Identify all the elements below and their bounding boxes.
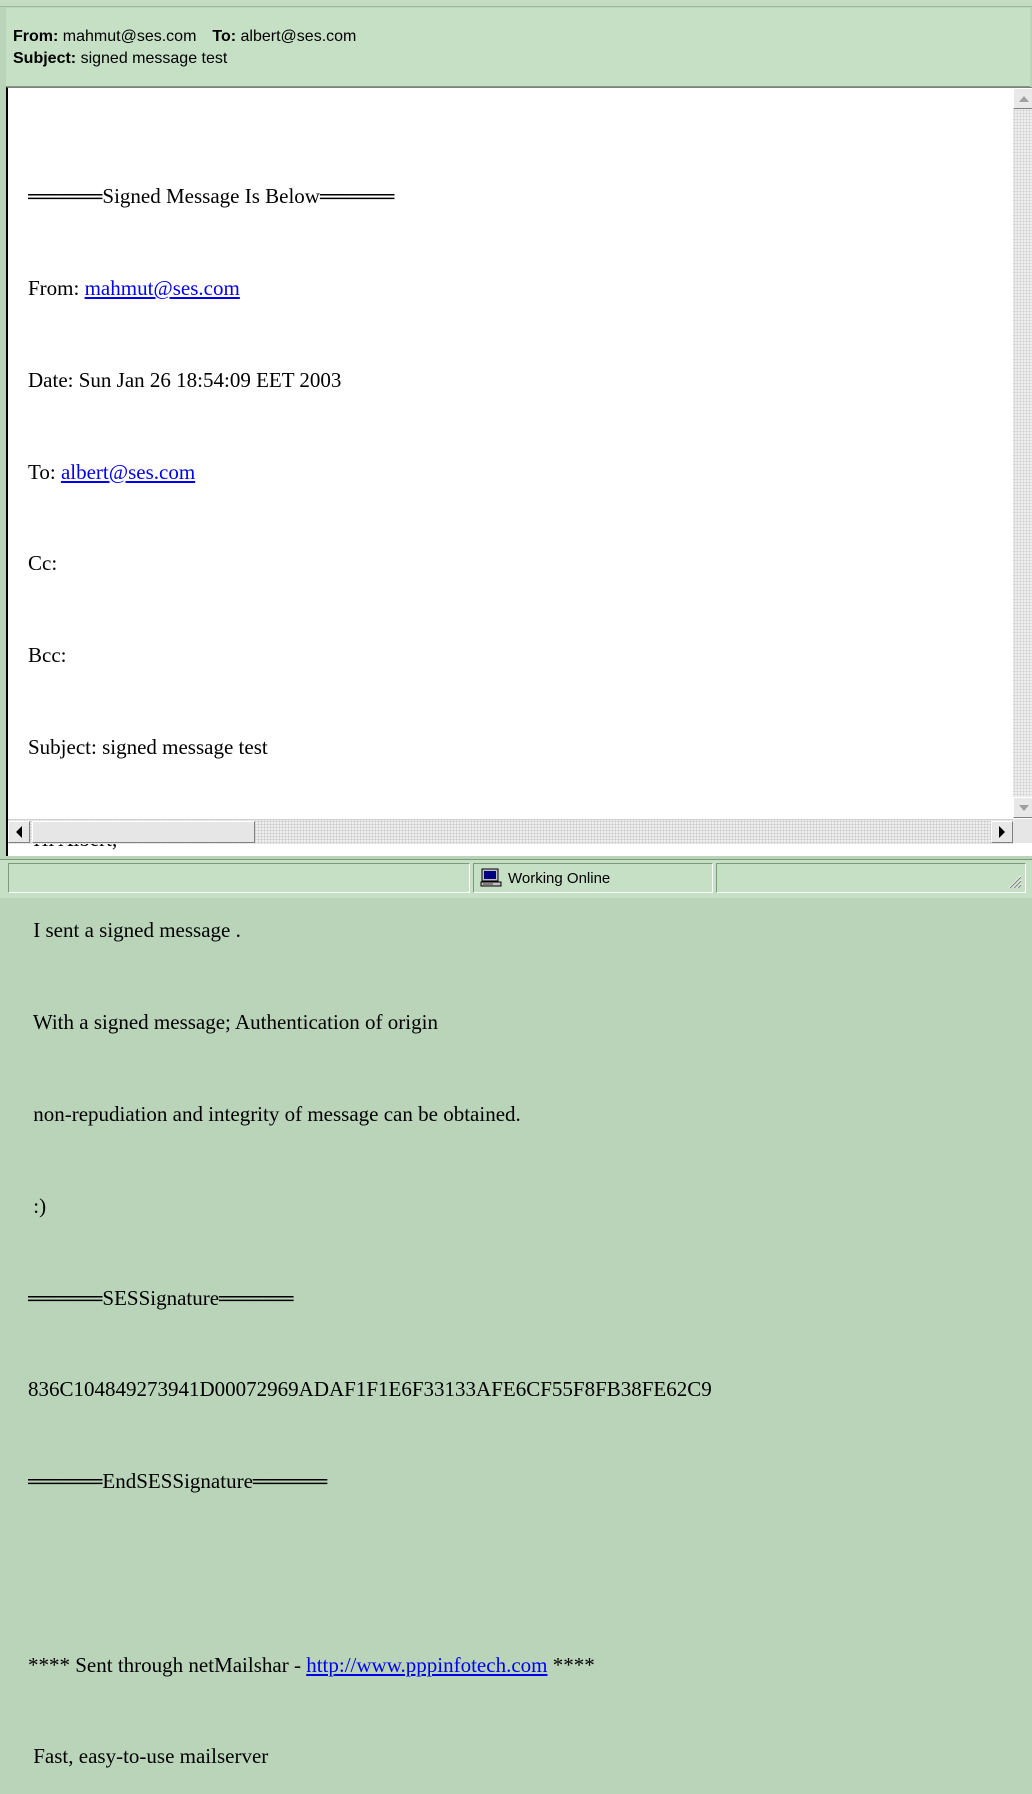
horizontal-scrollbar[interactable] bbox=[8, 819, 1013, 844]
connection-status-text: Working Online bbox=[508, 869, 611, 887]
body-line: non-repudiation and integrity of message… bbox=[28, 1102, 521, 1126]
arrow-up-icon bbox=[1018, 95, 1029, 102]
computer-icon bbox=[480, 868, 502, 887]
footer-line: **** Sent through netMailshar - http://w… bbox=[28, 1650, 998, 1681]
vertical-scrollbar[interactable] bbox=[1013, 88, 1032, 818]
status-pane-right bbox=[716, 863, 1026, 893]
from-line-label: From: bbox=[28, 275, 85, 300]
subject-line: Subject: signed message test bbox=[28, 734, 268, 759]
arrow-left-icon bbox=[16, 826, 22, 838]
signature-end-line: ═════EndSESSignature═════ bbox=[28, 1469, 328, 1494]
scroll-right-button[interactable] bbox=[991, 821, 1013, 843]
body-line: With a signed message; Authentication of… bbox=[28, 1010, 438, 1035]
to-email-link[interactable]: albert@ses.com bbox=[61, 460, 195, 484]
scroll-down-button[interactable] bbox=[1013, 797, 1032, 818]
footer-prefix: **** Sent through netMailshar - bbox=[28, 1652, 307, 1677]
bcc-line: Bcc: bbox=[28, 643, 67, 668]
signed-message-start-line: ═════Signed Message Is Below═════ bbox=[28, 184, 395, 209]
body-line: :) bbox=[28, 1193, 47, 1218]
subject-value: signed message test bbox=[80, 50, 228, 67]
cc-line: Cc: bbox=[28, 551, 58, 576]
to-value: albert@ses.com bbox=[240, 28, 357, 45]
horizontal-scroll-thumb[interactable] bbox=[32, 821, 255, 843]
signature-start-line: ═════SESSignature═════ bbox=[28, 1285, 294, 1310]
to-label: To: bbox=[212, 28, 237, 45]
arrow-right-icon bbox=[999, 826, 1005, 838]
footer-tagline: Fast, easy-to-use mailserver bbox=[28, 1744, 269, 1769]
from-label: From: bbox=[13, 28, 59, 45]
message-header: From: mahmut@ses.com To: albert@ses.com S… bbox=[6, 8, 1030, 87]
status-bar: Working Online bbox=[0, 859, 1032, 898]
status-pane-connection: Working Online bbox=[473, 863, 713, 893]
message-body-pane[interactable]: ═════Signed Message Is Below═════ From: … bbox=[6, 87, 1032, 1768]
from-email-link[interactable]: mahmut@ses.com bbox=[85, 276, 240, 300]
body-line: I sent a signed message . bbox=[28, 918, 241, 943]
to-line-label: To: bbox=[28, 459, 61, 484]
subject-label: Subject: bbox=[13, 50, 77, 67]
window-top-edge bbox=[0, 0, 1032, 7]
scroll-left-button[interactable] bbox=[8, 821, 30, 843]
from-line: From: mahmut@ses.com bbox=[28, 273, 998, 304]
status-pane-left bbox=[8, 863, 470, 893]
footer-website-link[interactable]: http://www.pppinfotech.com bbox=[306, 1653, 547, 1677]
header-subject-line: Subject: signed message test bbox=[13, 50, 227, 68]
from-value: mahmut@ses.com bbox=[62, 28, 197, 45]
arrow-down-icon bbox=[1018, 804, 1029, 811]
date-line: Date: Sun Jan 26 18:54:09 EET 2003 bbox=[28, 367, 342, 392]
footer-suffix: **** bbox=[547, 1652, 595, 1677]
header-from-to-line: From: mahmut@ses.com To: albert@ses.com bbox=[13, 28, 356, 46]
resize-grip-icon[interactable] bbox=[1008, 875, 1022, 889]
scroll-up-button[interactable] bbox=[1013, 88, 1032, 109]
signature-hash: 836C104849273941D00072969ADAF1F1E6F33133… bbox=[28, 1377, 712, 1402]
scrollbar-corner bbox=[1013, 819, 1032, 843]
message-text: ═════Signed Message Is Below═════ From: … bbox=[28, 120, 998, 1794]
to-line: To: albert@ses.com bbox=[28, 457, 998, 488]
